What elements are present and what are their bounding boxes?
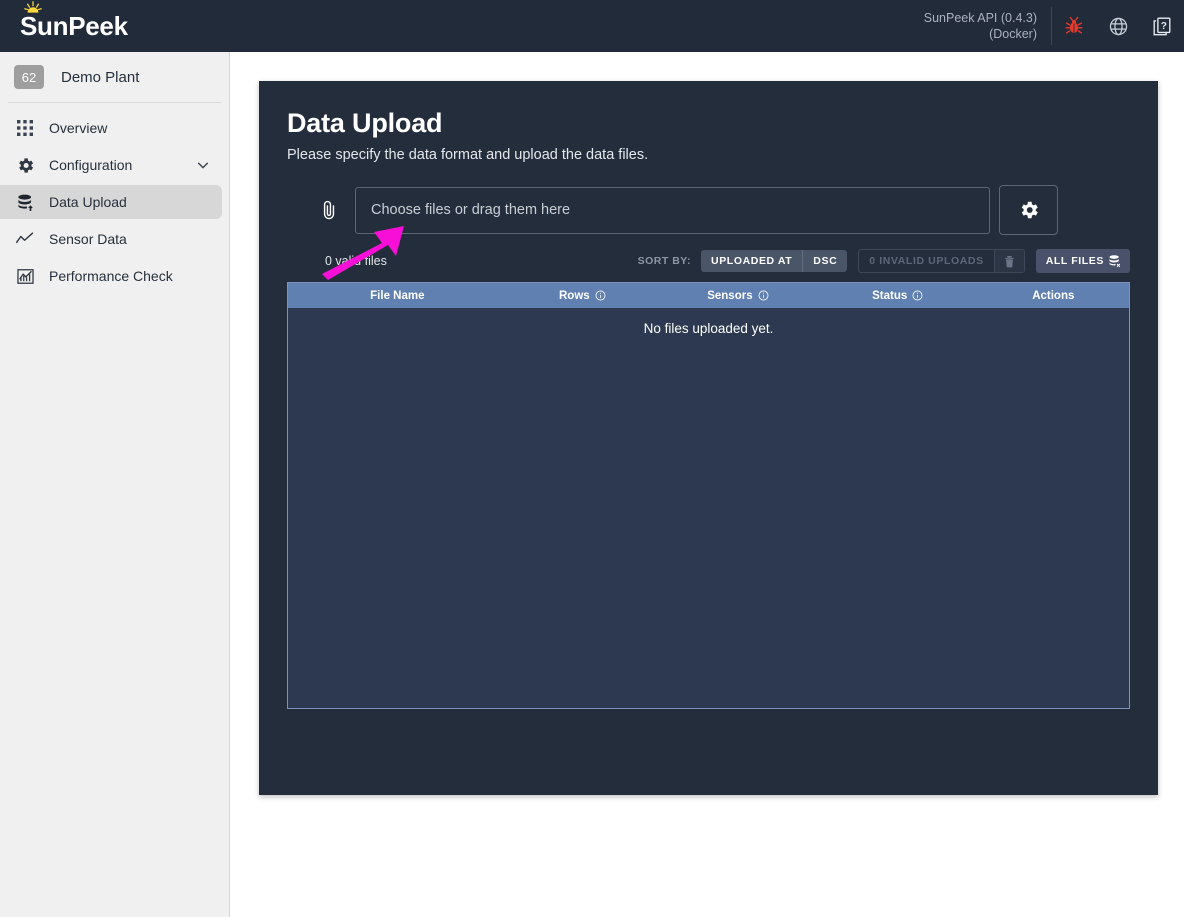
api-version-label: SunPeek API (0.4.3) (Docker) bbox=[924, 10, 1051, 42]
table-toolbar: SORT BY: UPLOADED AT DSC 0 INVALID UPLOA… bbox=[638, 249, 1130, 273]
line-chart-icon bbox=[14, 228, 36, 250]
column-label: Status bbox=[872, 289, 908, 302]
sidebar-item-overview[interactable]: Overview bbox=[0, 111, 222, 145]
table-header-cell: Status bbox=[818, 290, 978, 302]
sidebar-item-label: Data Upload bbox=[49, 194, 127, 210]
info-icon[interactable] bbox=[912, 290, 923, 301]
svg-text:?: ? bbox=[1161, 21, 1167, 32]
app-logo[interactable]: SunPeek bbox=[20, 1, 128, 41]
table-header-row: File Name Rows Sensors Status Actions bbox=[288, 283, 1129, 308]
sidebar-item-label: Configuration bbox=[49, 157, 133, 173]
gear-icon bbox=[1021, 201, 1038, 219]
sidebar-item-label: Overview bbox=[49, 120, 108, 136]
column-label: Actions bbox=[1032, 289, 1075, 302]
database-upload-icon bbox=[14, 191, 36, 213]
plant-id-badge: 62 bbox=[14, 65, 44, 89]
page-subtitle: Please specify the data format and uploa… bbox=[287, 147, 649, 163]
invalid-uploads-label: 0 INVALID UPLOADS bbox=[869, 255, 984, 267]
column-label: Rows bbox=[559, 289, 590, 302]
help-docs-button[interactable]: ? bbox=[1140, 0, 1184, 52]
table-header-cell: Actions bbox=[978, 290, 1129, 302]
language-button[interactable] bbox=[1096, 0, 1140, 52]
app-logo-text: SunPeek bbox=[20, 11, 128, 41]
uploaded-files-table: File Name Rows Sensors Status Actions No… bbox=[287, 282, 1130, 709]
upload-settings-button[interactable] bbox=[999, 185, 1058, 235]
bug-icon bbox=[1065, 16, 1083, 34]
main-content: Data Upload Please specify the data form… bbox=[230, 52, 1184, 917]
column-label: Sensors bbox=[707, 289, 753, 302]
sun-icon bbox=[24, 1, 42, 13]
sidebar-item-configuration[interactable]: Configuration bbox=[0, 148, 222, 182]
gear-icon bbox=[14, 154, 36, 176]
table-empty-message: No files uploaded yet. bbox=[643, 321, 774, 336]
table-header-cell: File Name bbox=[288, 290, 507, 302]
all-files-button[interactable]: ALL FILES bbox=[1035, 249, 1130, 273]
sidebar: 62 Demo Plant Overview Configuration Dat… bbox=[0, 52, 230, 917]
upload-meta-row: 0 valid files SORT BY: UPLOADED AT DSC 0… bbox=[287, 249, 1130, 273]
trash-icon bbox=[1004, 255, 1014, 267]
api-version-line2: (Docker) bbox=[989, 27, 1037, 41]
plant-selector[interactable]: 62 Demo Plant bbox=[0, 52, 229, 102]
table-header-cell: Sensors bbox=[658, 290, 818, 302]
chevron-down-icon[interactable] bbox=[196, 158, 210, 172]
bug-report-button[interactable] bbox=[1052, 0, 1096, 52]
page-title: Data Upload bbox=[287, 108, 443, 138]
valid-files-count: 0 valid files bbox=[325, 254, 387, 268]
info-icon[interactable] bbox=[595, 290, 606, 301]
sidebar-item-performance-check[interactable]: Performance Check bbox=[0, 259, 222, 293]
upload-row: Choose files or drag them here bbox=[287, 185, 1130, 235]
grid-icon bbox=[14, 117, 36, 139]
database-delete-icon bbox=[1109, 255, 1121, 268]
bar-chart-box-icon bbox=[14, 265, 36, 287]
column-label: File Name bbox=[370, 289, 425, 302]
delete-invalid-uploads-button[interactable] bbox=[993, 250, 1024, 272]
sidebar-item-label: Sensor Data bbox=[49, 231, 127, 247]
sort-direction-button[interactable]: DSC bbox=[802, 250, 847, 272]
top-bar: SunPeek SunPeek API (0.4.3) (Docker) ? bbox=[0, 0, 1184, 52]
sort-by-label: SORT BY: bbox=[637, 255, 692, 267]
table-header-cell: Rows bbox=[507, 290, 658, 302]
globe-icon bbox=[1109, 17, 1127, 35]
invalid-uploads-group: 0 INVALID UPLOADS bbox=[858, 249, 1025, 273]
sidebar-item-data-upload[interactable]: Data Upload bbox=[0, 185, 222, 219]
all-files-label: ALL FILES bbox=[1045, 255, 1104, 267]
paperclip-icon bbox=[309, 199, 349, 222]
sort-button-group[interactable]: UPLOADED AT DSC bbox=[701, 250, 848, 272]
api-version-line1: SunPeek API (0.4.3) bbox=[923, 11, 1037, 25]
sort-field-button[interactable]: UPLOADED AT bbox=[701, 250, 802, 272]
plant-name-label: Demo Plant bbox=[61, 68, 140, 86]
file-input-placeholder: Choose files or drag them here bbox=[371, 202, 571, 218]
info-icon[interactable] bbox=[758, 290, 769, 301]
sidebar-item-label: Performance Check bbox=[49, 268, 173, 284]
top-bar-right: SunPeek API (0.4.3) (Docker) ? bbox=[924, 0, 1184, 52]
sidebar-nav: Overview Configuration Data Upload Senso… bbox=[0, 103, 229, 293]
help-docs-icon: ? bbox=[1153, 17, 1171, 36]
file-input-field[interactable]: Choose files or drag them here bbox=[355, 186, 990, 234]
sidebar-item-sensor-data[interactable]: Sensor Data bbox=[0, 222, 222, 256]
data-upload-card: Data Upload Please specify the data form… bbox=[259, 81, 1158, 795]
